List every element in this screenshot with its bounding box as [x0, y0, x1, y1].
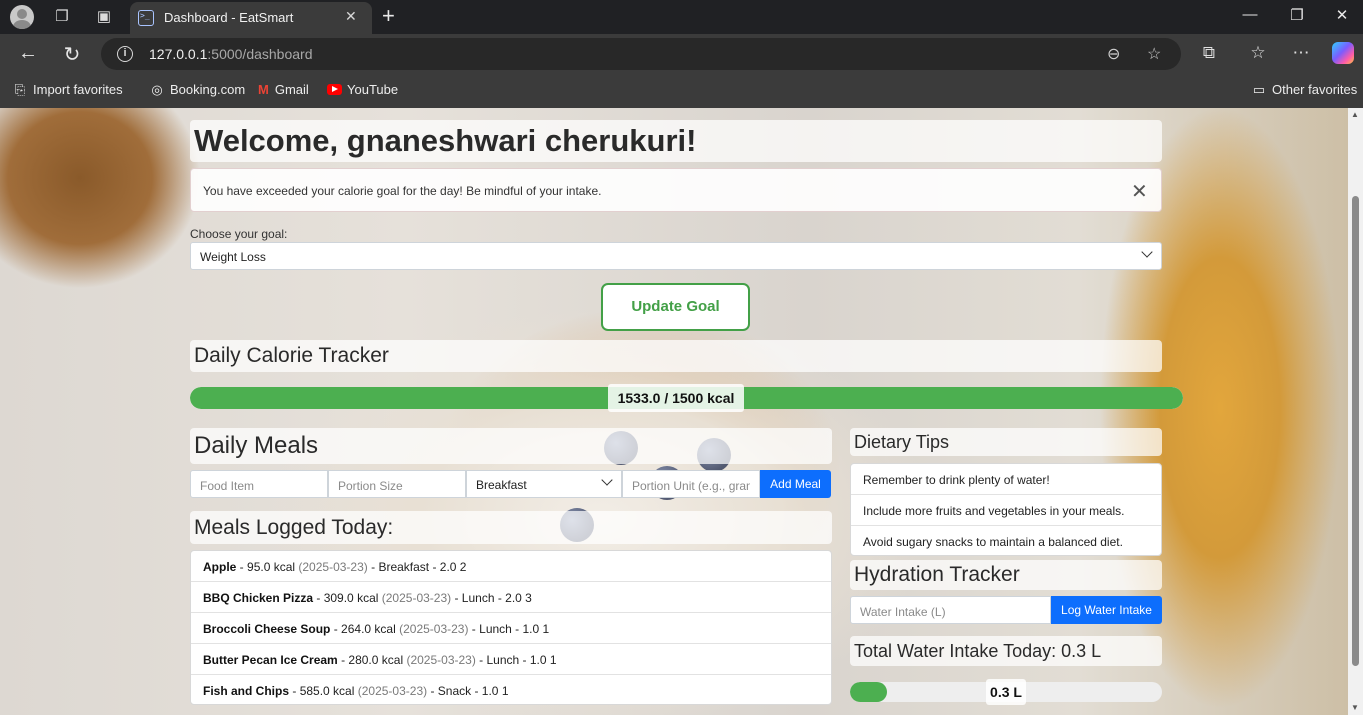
chevron-down-icon — [1141, 246, 1153, 258]
list-item: Butter Pecan Ice Cream - 280.0 kcal (202… — [191, 644, 831, 675]
address-toolbar: ← ↻ i 127.0.0.1:5000/dashboard ⊖ ☆ ⧉ ☆ ⋯ — [0, 34, 1363, 74]
dietary-tips-heading: Dietary Tips — [850, 428, 1162, 456]
import-icon: ⎘ — [14, 82, 26, 97]
new-tab-icon[interactable]: + — [382, 3, 395, 29]
more-menu-icon[interactable]: ⋯ — [1290, 43, 1312, 63]
reload-icon[interactable]: ↻ — [60, 42, 84, 67]
gmail-icon: M — [258, 82, 269, 97]
fav-youtube[interactable]: YouTube — [327, 82, 398, 97]
terminal-favicon-icon — [138, 10, 154, 26]
folder-icon: ▭ — [1252, 82, 1266, 97]
food-item-placeholder: Food Item — [200, 479, 255, 493]
alert-message: You have exceeded your calorie goal for … — [203, 184, 602, 198]
daily-meals-heading: Daily Meals — [190, 428, 832, 464]
fav-gmail[interactable]: M Gmail — [258, 82, 309, 97]
address-bar[interactable]: i 127.0.0.1:5000/dashboard ⊖ ☆ — [101, 38, 1181, 70]
list-item: Remember to drink plenty of water! — [851, 464, 1161, 495]
fav-booking[interactable]: ◎ Booking.com — [149, 82, 245, 98]
tips-list: Remember to drink plenty of water! Inclu… — [850, 463, 1162, 556]
goal-select[interactable]: Weight Loss — [190, 242, 1162, 270]
meal-list: Apple - 95.0 kcal (2025-03-23) - Breakfa… — [190, 550, 832, 705]
meal-type-select[interactable]: Breakfast — [466, 470, 622, 498]
water-progress-fill — [850, 682, 888, 702]
add-meal-button[interactable]: Add Meal — [760, 470, 831, 498]
chevron-down-icon — [601, 474, 613, 486]
minimize-icon[interactable]: — — [1240, 6, 1260, 23]
update-goal-button[interactable]: Update Goal — [601, 283, 750, 331]
site-info-icon[interactable]: i — [117, 46, 133, 62]
portion-unit-input[interactable]: Portion Unit (e.g., grams) — [622, 470, 760, 498]
portion-unit-placeholder: Portion Unit (e.g., grams) — [632, 479, 750, 493]
back-icon[interactable]: ← — [16, 42, 40, 65]
favorites-bar: ⎘ Import favorites ◎ Booking.com M Gmail Yo… — [0, 74, 1363, 108]
list-item: Avoid sugary snacks to maintain a balanc… — [863, 535, 1123, 549]
fav-import-favorites[interactable]: ⎘ Import favorites — [12, 82, 123, 98]
list-item: Fish and Chips - 585.0 kcal (2025-03-23)… — [203, 684, 509, 698]
globe-icon: ◎ — [151, 82, 163, 97]
meal-type-value: Breakfast — [476, 478, 527, 492]
profile-avatar[interactable] — [10, 5, 34, 29]
page-scrollbar[interactable]: ▲ ▼ — [1348, 108, 1363, 715]
tab-dashboard[interactable]: Dashboard - EatSmart ✕ — [130, 2, 372, 34]
restore-icon[interactable]: ❐ — [1287, 6, 1307, 24]
portion-size-placeholder: Portion Size — [338, 479, 403, 493]
goal-select-value: Weight Loss — [200, 250, 266, 264]
list-item: BBQ Chicken Pizza - 309.0 kcal (2025-03-… — [191, 582, 831, 613]
page-viewport: Welcome, gnaneshwari cherukuri! You have… — [0, 108, 1348, 715]
calorie-progress-label: 1533.0 / 1500 kcal — [608, 384, 744, 412]
window-close-icon[interactable]: ✕ — [1332, 6, 1352, 24]
extensions-icon[interactable]: ⧉ — [1198, 43, 1220, 63]
scroll-down-icon[interactable]: ▼ — [1351, 703, 1359, 712]
goal-label: Choose your goal: — [190, 227, 288, 241]
portion-size-input[interactable]: Portion Size — [328, 470, 466, 498]
workspaces-icon[interactable]: ❐ — [50, 5, 74, 29]
water-progress-label: 0.3 L — [986, 679, 1026, 705]
youtube-icon — [327, 84, 342, 95]
meals-logged-heading: Meals Logged Today: — [190, 511, 832, 544]
list-item: Broccoli Cheese Soup - 264.0 kcal (2025-… — [191, 613, 831, 644]
zoom-icon[interactable]: ⊖ — [1107, 44, 1120, 64]
close-icon[interactable]: ✕ — [1131, 179, 1148, 204]
copilot-icon[interactable] — [1332, 42, 1354, 64]
other-favorites[interactable]: ▭ Other favorites — [1251, 82, 1357, 98]
browser-tab-bar: ❐ ▣ Dashboard - EatSmart ✕ + — ❐ ✕ — [0, 0, 1363, 34]
tab-title: Dashboard - EatSmart — [164, 10, 294, 25]
tab-actions-icon[interactable]: ▣ — [92, 5, 116, 29]
favorites-icon[interactable]: ☆ — [1247, 43, 1269, 63]
log-water-button[interactable]: Log Water Intake — [1051, 596, 1162, 624]
food-item-input[interactable]: Food Item — [190, 470, 328, 498]
calorie-alert: You have exceeded your calorie goal for … — [190, 168, 1162, 212]
list-item: Include more fruits and vegetables in yo… — [851, 495, 1161, 526]
total-water-heading: Total Water Intake Today: 0.3 L — [850, 636, 1162, 666]
close-tab-icon[interactable]: ✕ — [345, 8, 357, 25]
water-intake-placeholder: Water Intake (L) — [860, 605, 946, 619]
url-text: 127.0.0.1:5000/dashboard — [149, 46, 313, 62]
scroll-up-icon[interactable]: ▲ — [1351, 110, 1359, 119]
scroll-thumb[interactable] — [1352, 196, 1359, 666]
list-item: Apple - 95.0 kcal (2025-03-23) - Breakfa… — [191, 551, 831, 582]
water-intake-input[interactable]: Water Intake (L) — [850, 596, 1051, 624]
favorite-star-icon[interactable]: ☆ — [1147, 44, 1161, 64]
hydration-heading: Hydration Tracker — [850, 560, 1162, 590]
calorie-tracker-heading: Daily Calorie Tracker — [190, 340, 1162, 372]
welcome-heading: Welcome, gnaneshwari cherukuri! — [190, 120, 1162, 162]
